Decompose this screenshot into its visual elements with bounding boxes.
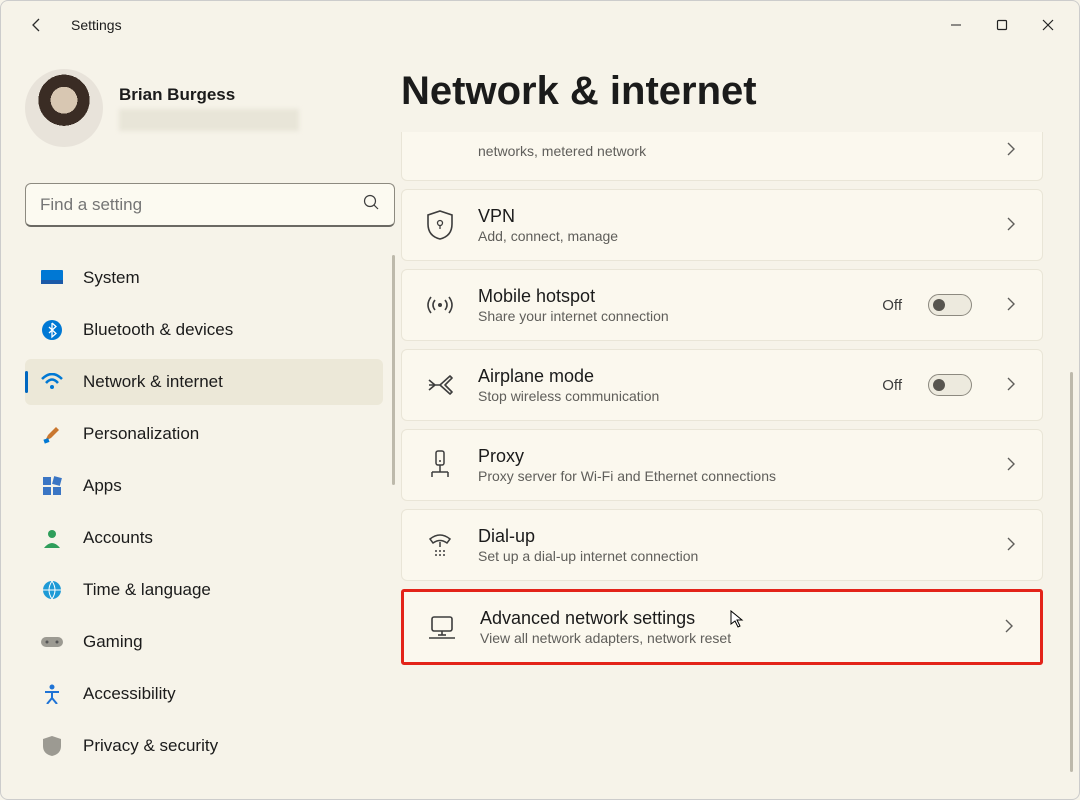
- search-input[interactable]: [40, 195, 362, 215]
- back-button[interactable]: [19, 7, 55, 43]
- chevron-right-icon: [1004, 619, 1020, 635]
- setting-card-dialup[interactable]: Dial-up Set up a dial-up internet connec…: [401, 509, 1043, 581]
- sidebar-item-gaming[interactable]: Gaming: [25, 619, 383, 665]
- close-button[interactable]: [1025, 9, 1071, 41]
- card-title: Proxy: [478, 446, 982, 467]
- sidebar-item-label: Time & language: [83, 580, 211, 600]
- chevron-right-icon: [1006, 142, 1022, 158]
- sidebar-item-label: Accounts: [83, 528, 153, 548]
- card-subtitle: Stop wireless communication: [478, 388, 858, 404]
- bluetooth-icon: [41, 319, 63, 341]
- sidebar-item-label: Privacy & security: [83, 736, 218, 756]
- setting-card-vpn[interactable]: VPN Add, connect, manage: [401, 189, 1043, 261]
- sidebar: Brian Burgess System Bluetooth & devices: [1, 49, 401, 799]
- wifi-icon: [41, 371, 63, 393]
- card-subtitle: View all network adapters, network reset: [480, 630, 980, 646]
- toggle-label: Off: [882, 377, 902, 394]
- setting-card-proxy[interactable]: Proxy Proxy server for Wi-Fi and Etherne…: [401, 429, 1043, 501]
- maximize-button[interactable]: [979, 9, 1025, 41]
- profile[interactable]: Brian Burgess: [25, 69, 401, 147]
- card-title: Airplane mode: [478, 366, 858, 387]
- hotspot-toggle[interactable]: [928, 294, 972, 316]
- sidebar-item-accessibility[interactable]: Accessibility: [25, 671, 383, 717]
- main-content: Network & internet networks, metered net…: [401, 49, 1079, 799]
- card-title: Dial-up: [478, 526, 982, 547]
- sidebar-item-accounts[interactable]: Accounts: [25, 515, 383, 561]
- chevron-right-icon: [1006, 297, 1022, 313]
- airplane-icon: [426, 371, 454, 399]
- sidebar-item-network[interactable]: Network & internet: [25, 359, 383, 405]
- sidebar-item-bluetooth[interactable]: Bluetooth & devices: [25, 307, 383, 353]
- sidebar-item-privacy[interactable]: Privacy & security: [25, 723, 383, 769]
- card-subtitle: Set up a dial-up internet connection: [478, 548, 982, 564]
- sidebar-item-label: Bluetooth & devices: [83, 320, 233, 340]
- proxy-icon: [426, 451, 454, 479]
- card-title: Mobile hotspot: [478, 286, 858, 307]
- setting-card-airplane[interactable]: Airplane mode Stop wireless communicatio…: [401, 349, 1043, 421]
- chevron-right-icon: [1006, 537, 1022, 553]
- vpn-shield-icon: [426, 211, 454, 239]
- user-name: Brian Burgess: [119, 85, 299, 105]
- sidebar-item-label: Apps: [83, 476, 122, 496]
- sidebar-item-label: Gaming: [83, 632, 143, 652]
- setting-card-hotspot[interactable]: Mobile hotspot Share your internet conne…: [401, 269, 1043, 341]
- settings-window: Settings Brian Burgess: [0, 0, 1080, 800]
- airplane-toggle[interactable]: [928, 374, 972, 396]
- avatar: [25, 69, 103, 147]
- card-title: VPN: [478, 206, 982, 227]
- sidebar-item-label: System: [83, 268, 140, 288]
- card-subtitle: networks, metered network: [478, 143, 982, 159]
- minimize-button[interactable]: [933, 9, 979, 41]
- paintbrush-icon: [41, 423, 63, 445]
- accessibility-icon: [41, 683, 63, 705]
- titlebar: Settings: [1, 1, 1079, 49]
- card-subtitle: Share your internet connection: [478, 308, 858, 324]
- shield-icon: [41, 735, 63, 757]
- sidebar-item-system[interactable]: System: [25, 255, 383, 301]
- sidebar-item-personalization[interactable]: Personalization: [25, 411, 383, 457]
- card-title: Advanced network settings: [480, 608, 980, 629]
- spacer-icon: [426, 136, 454, 164]
- apps-icon: [41, 475, 63, 497]
- person-icon: [41, 527, 63, 549]
- window-title: Settings: [71, 17, 122, 33]
- card-subtitle: Proxy server for Wi-Fi and Ethernet conn…: [478, 468, 982, 484]
- toggle-label: Off: [882, 297, 902, 314]
- sidebar-item-label: Personalization: [83, 424, 199, 444]
- system-icon: [41, 267, 63, 289]
- chevron-right-icon: [1006, 457, 1022, 473]
- sidebar-item-label: Network & internet: [83, 372, 223, 392]
- search-box[interactable]: [25, 183, 395, 227]
- hotspot-icon: [426, 291, 454, 319]
- card-subtitle: Add, connect, manage: [478, 228, 982, 244]
- sidebar-item-apps[interactable]: Apps: [25, 463, 383, 509]
- sidebar-item-time-language[interactable]: Time & language: [25, 567, 383, 613]
- sidebar-item-label: Accessibility: [83, 684, 176, 704]
- chevron-right-icon: [1006, 217, 1022, 233]
- user-email-redacted: [119, 109, 299, 131]
- globe-clock-icon: [41, 579, 63, 601]
- page-title: Network & internet: [401, 69, 1043, 114]
- chevron-right-icon: [1006, 377, 1022, 393]
- setting-card-wifi-partial[interactable]: networks, metered network: [401, 132, 1043, 181]
- setting-card-advanced-network[interactable]: Advanced network settings View all netwo…: [401, 589, 1043, 665]
- search-icon: [362, 193, 380, 216]
- phone-icon: [426, 531, 454, 559]
- network-adapter-icon: [428, 613, 456, 641]
- nav-list: System Bluetooth & devices Network & int…: [25, 255, 401, 769]
- gamepad-icon: [41, 631, 63, 653]
